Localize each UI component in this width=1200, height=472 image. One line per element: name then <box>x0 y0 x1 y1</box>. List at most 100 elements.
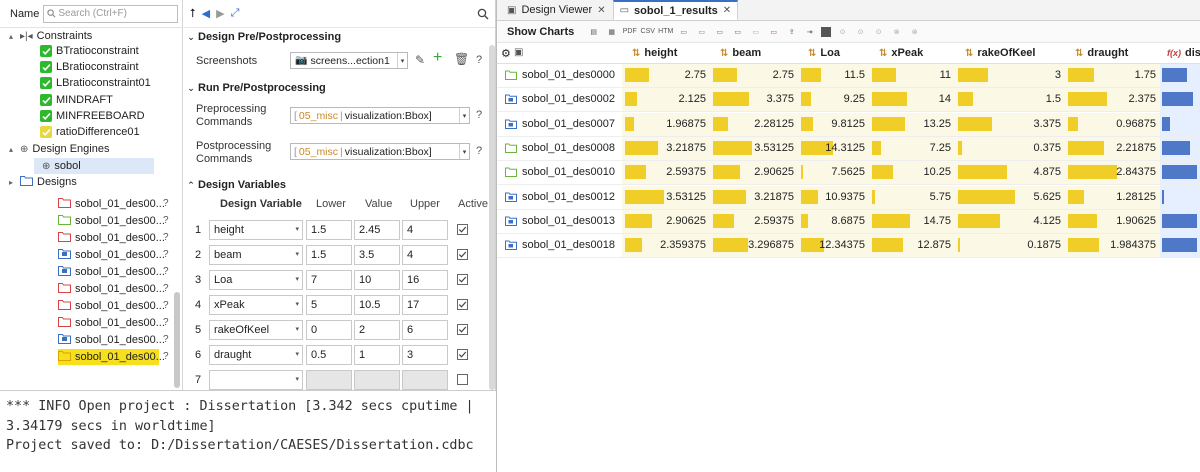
edit-icon[interactable]: ✎ <box>415 53 425 67</box>
help-icon[interactable]: ? <box>163 283 169 294</box>
result-row[interactable]: sobol_01_des0012 3.53125 3.21875 10.9375 5.7… <box>497 185 1200 210</box>
result-row[interactable]: sobol_01_des0018 2.359375 3.296875 12.34375… <box>497 234 1200 259</box>
design-node[interactable]: sobol_01_des00... <box>58 332 165 348</box>
tree-node[interactable]: ⊕ sobol <box>34 158 154 174</box>
upper-input[interactable]: 6 <box>402 320 448 340</box>
column-header-draught[interactable]: ⇅ draught <box>1075 47 1128 59</box>
design-node[interactable]: sobol_01_des00... <box>58 196 165 212</box>
folder-blue-icon[interactable]: ▭ <box>713 25 726 38</box>
value-input[interactable]: 1 <box>354 345 400 365</box>
upper-input[interactable]: 4 <box>402 220 448 240</box>
help-icon[interactable]: ? <box>163 232 169 243</box>
value-input[interactable]: 2 <box>354 320 400 340</box>
help-icon[interactable]: ? <box>476 54 482 66</box>
upper-input[interactable]: 16 <box>402 270 448 290</box>
tree-node[interactable]: MINDRAFT <box>40 92 113 108</box>
value-input[interactable] <box>354 370 400 390</box>
html-export-icon[interactable]: HTM <box>658 25 673 38</box>
upper-input[interactable]: 3 <box>402 345 448 365</box>
columns-icon[interactable]: ▣ <box>514 47 523 58</box>
column-header-rakeofkeel[interactable]: ⇅ rakeOfKeel <box>965 47 1035 59</box>
value-input[interactable]: 2.45 <box>354 220 400 240</box>
tree-node[interactable]: ▴ ▸|◂ Constraints <box>6 28 92 44</box>
column-header-beam[interactable]: ⇅ beam <box>720 47 761 59</box>
tree-node[interactable]: LBratioconstraint01 <box>40 75 151 91</box>
print-icon[interactable]: ▤ <box>587 25 600 38</box>
result-row[interactable]: sobol_01_des0010 2.59375 2.90625 7.5625 10.2… <box>497 161 1200 186</box>
lower-input[interactable]: 7 <box>306 270 352 290</box>
column-header-disp[interactable]: f(x) disp <box>1167 47 1200 59</box>
filter-icon[interactable]: ▭ <box>731 25 744 38</box>
variable-name-select[interactable]: beam ▾ <box>209 245 303 265</box>
pin-icon[interactable]: ⭡ <box>190 6 196 21</box>
help-icon[interactable]: ? <box>163 334 169 345</box>
variable-name-select[interactable]: draught ▾ <box>209 345 303 365</box>
tree-scrollbar[interactable] <box>174 292 180 388</box>
help-icon[interactable]: ? <box>163 215 169 226</box>
design-node[interactable]: sobol_01_des00... <box>58 230 165 246</box>
active-checkbox[interactable] <box>457 349 468 360</box>
design-node[interactable]: sobol_01_des00... <box>58 247 165 263</box>
expand-icon[interactable]: ▸ <box>6 178 16 187</box>
grid-icon[interactable]: ▦ <box>605 25 618 38</box>
result-row[interactable]: sobol_01_des0007 1.96875 2.28125 9.8125 13.2… <box>497 112 1200 137</box>
value-input[interactable]: 10 <box>354 270 400 290</box>
variable-name-select[interactable]: rakeOfKeel ▾ <box>209 320 303 340</box>
upper-input[interactable]: 4 <box>402 245 448 265</box>
help-icon[interactable]: ? <box>163 198 169 209</box>
back-icon[interactable]: ◀ <box>202 7 210 20</box>
active-checkbox[interactable] <box>457 274 468 285</box>
help-icon[interactable]: ? <box>476 109 482 121</box>
tab-sobol-results[interactable]: ▭ sobol_1_results ✕ <box>612 0 739 20</box>
variable-name-select[interactable]: xPeak ▾ <box>209 295 303 315</box>
active-checkbox[interactable] <box>457 224 468 235</box>
upper-input[interactable] <box>402 370 448 390</box>
preprocessing-select[interactable]: [05_misc | visualization:Bbox] ▾ <box>290 107 470 124</box>
lower-input[interactable]: 5 <box>306 295 352 315</box>
mask-icon[interactable] <box>821 26 832 37</box>
result-row[interactable]: sobol_01_des0008 3.21875 3.53125 14.3125 7.2… <box>497 136 1200 161</box>
result-row[interactable]: sobol_01_des0002 2.125 3.375 9.25 14 1.5 2.375 <box>497 88 1200 113</box>
tree-node[interactable]: ▴ ⊕ Design Engines <box>6 141 109 157</box>
forward-icon[interactable]: ▶ <box>216 7 224 20</box>
design-node[interactable]: sobol_01_des00... <box>58 298 165 314</box>
cancel-all-icon[interactable]: ⊗ <box>908 25 921 38</box>
settings-icon[interactable]: ⚙ <box>501 47 511 60</box>
upload-icon[interactable]: ⇪ <box>785 25 798 38</box>
help-icon[interactable]: ? <box>163 317 169 328</box>
tree-node[interactable]: LBratioconstraint <box>40 59 139 75</box>
active-checkbox[interactable] <box>457 374 468 385</box>
help-icon[interactable]: ? <box>476 145 482 157</box>
play-icon[interactable]: ⊙ <box>836 25 849 38</box>
design-node[interactable]: sobol_01_des00... <box>58 213 165 229</box>
screenshots-select[interactable]: 📷 screens...ection1 ▾ <box>290 52 408 69</box>
design-node[interactable]: sobol_01_des00... <box>58 264 165 280</box>
search-icon[interactable] <box>477 8 489 20</box>
expand-icon[interactable]: ▴ <box>6 145 16 154</box>
close-icon[interactable]: ✕ <box>597 5 605 16</box>
trash-icon[interactable]: 🗑 <box>454 52 469 66</box>
tree-node[interactable]: ratioDifference01 <box>40 124 140 140</box>
section-run[interactable]: ⌄ Run Pre/Postprocessing <box>184 82 326 94</box>
lower-input[interactable] <box>306 370 352 390</box>
column-header-height[interactable]: ⇅ height <box>632 47 677 59</box>
design-node[interactable]: sobol_01_des00... <box>58 281 165 297</box>
help-icon[interactable]: ? <box>163 266 169 277</box>
design-node[interactable]: sobol_01_des00... <box>58 349 165 365</box>
lower-input[interactable]: 0 <box>306 320 352 340</box>
result-row[interactable]: sobol_01_des0013 2.90625 2.59375 8.6875 14.7… <box>497 209 1200 234</box>
lower-input[interactable]: 0.5 <box>306 345 352 365</box>
section-vars[interactable]: ⌃ Design Variables <box>184 179 286 191</box>
tree-node[interactable]: BTratioconstraint <box>40 43 139 59</box>
pdf-export-icon[interactable]: PDF <box>623 25 637 38</box>
column-header-xpeak[interactable]: ⇅ xPeak <box>879 47 923 59</box>
value-input[interactable]: 10.5 <box>354 295 400 315</box>
properties-scrollbar[interactable] <box>489 45 495 390</box>
folder-red-icon[interactable]: ▭ <box>767 25 780 38</box>
folder-icon[interactable]: ▭ <box>677 25 690 38</box>
upper-input[interactable]: 17 <box>402 295 448 315</box>
expand-icon[interactable]: ▴ <box>6 32 16 41</box>
tree-node[interactable]: MINFREEBOARD <box>40 108 145 124</box>
lower-input[interactable]: 1.5 <box>306 245 352 265</box>
section-prepost[interactable]: ⌄ Design Pre/Postprocessing <box>184 31 341 43</box>
